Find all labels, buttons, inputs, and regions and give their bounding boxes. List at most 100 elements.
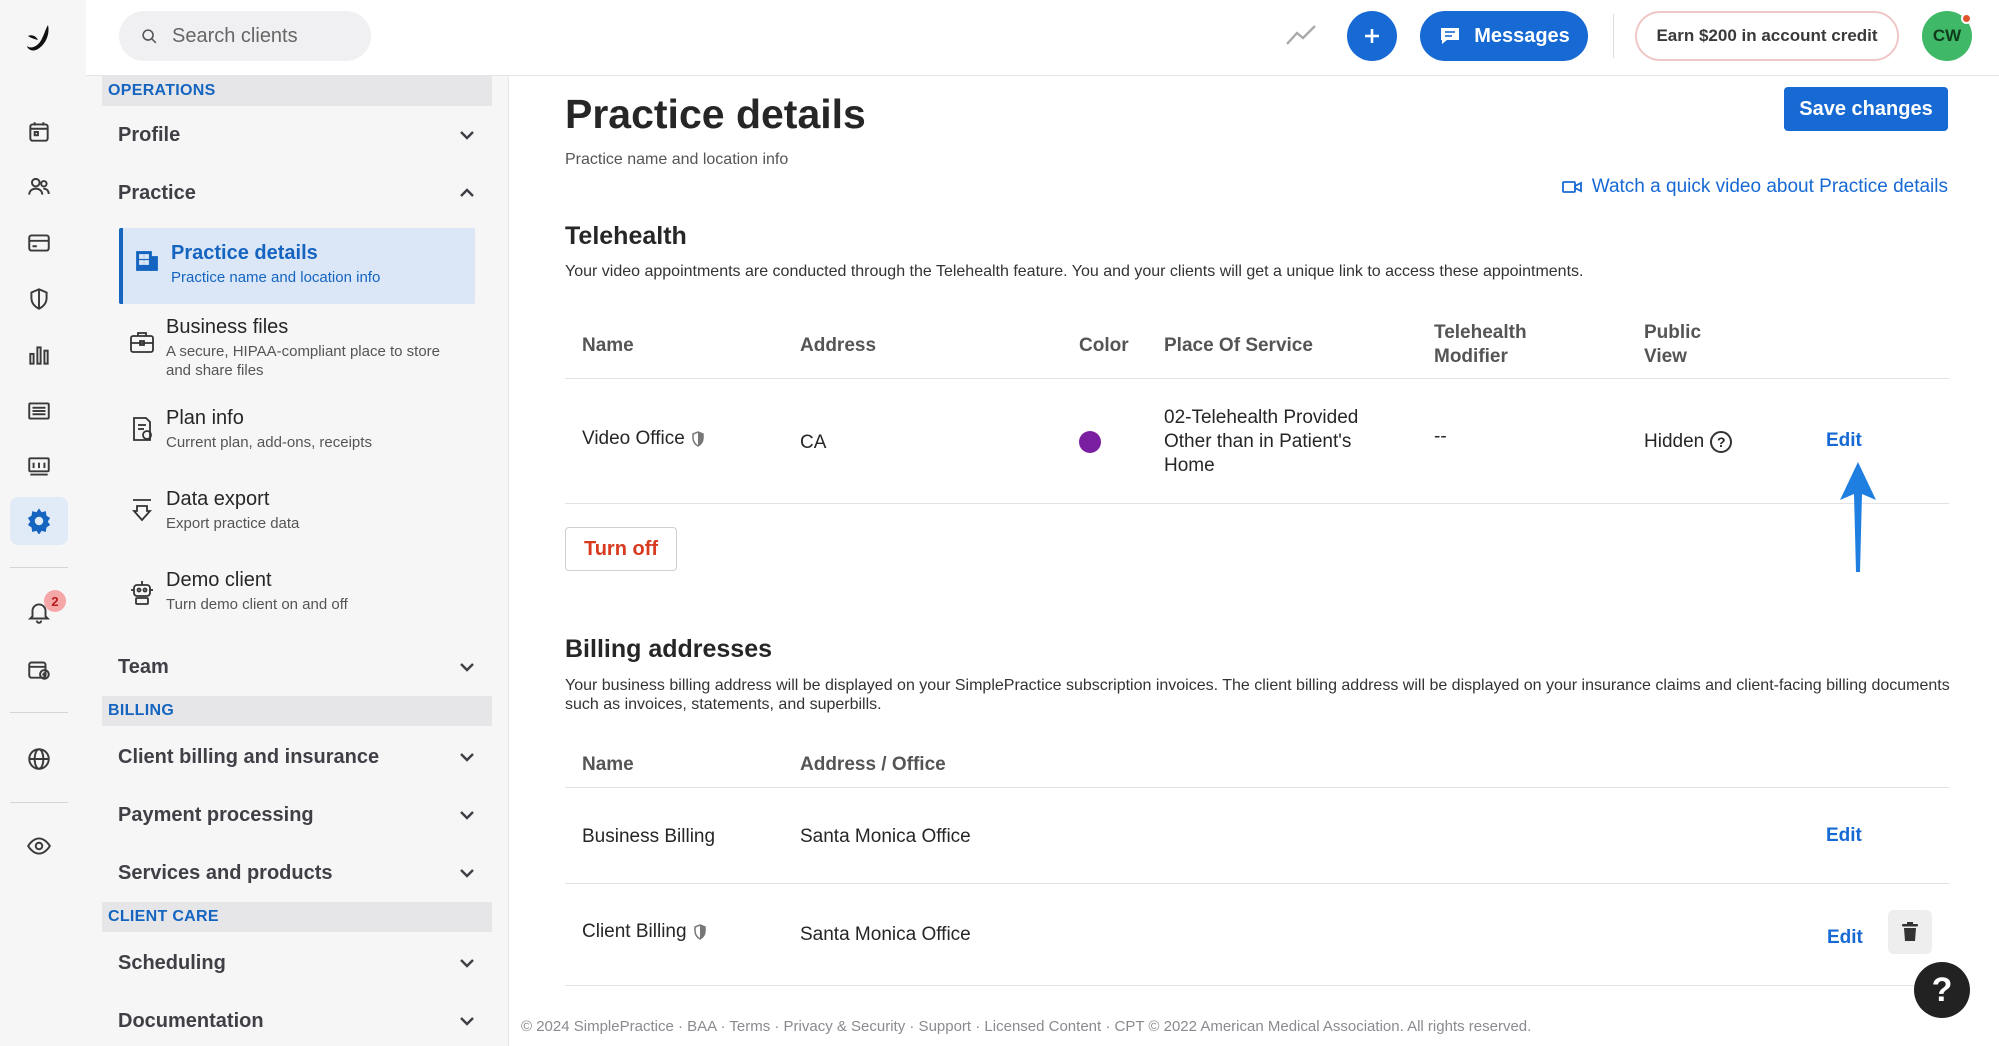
nav-services-products[interactable]: Services and products bbox=[102, 849, 492, 897]
chevron-down-icon bbox=[460, 869, 474, 878]
nav-client-billing[interactable]: Client billing and insurance bbox=[102, 733, 492, 781]
subnav-desc: Practice name and location info bbox=[171, 269, 381, 286]
telehealth-modifier: -- bbox=[1434, 426, 1447, 447]
subnav-business-files[interactable]: Business files A secure, HIPAA-compliant… bbox=[118, 312, 474, 396]
column-header: Name bbox=[582, 335, 634, 356]
column-header: Address / Office bbox=[800, 754, 946, 775]
column-header: Color bbox=[1079, 335, 1129, 356]
table-divider bbox=[565, 503, 1949, 504]
clients-icon[interactable] bbox=[10, 163, 68, 211]
chevron-down-icon bbox=[460, 663, 474, 672]
create-new-button[interactable] bbox=[1347, 11, 1397, 61]
subnav-title: Data export bbox=[166, 488, 270, 510]
business-billing-edit-link[interactable]: Edit bbox=[1826, 825, 1862, 847]
nav-team-label: Team bbox=[118, 655, 169, 678]
insurance-shield-icon[interactable] bbox=[10, 275, 68, 323]
telehealth-place-of-service: 02-Telehealth Provided Other than in Pat… bbox=[1164, 407, 1359, 476]
delete-billing-address-button[interactable] bbox=[1888, 910, 1932, 954]
shield-icon bbox=[693, 924, 706, 940]
nav-team[interactable]: Team bbox=[102, 643, 492, 691]
calendar-add-icon[interactable] bbox=[10, 645, 68, 693]
subnav-desc: Export practice data bbox=[166, 515, 300, 532]
billing-row-office: Santa Monica Office bbox=[800, 924, 971, 945]
telehealth-title: Telehealth bbox=[565, 222, 687, 250]
subnav-desc: Current plan, add-ons, receipts bbox=[166, 434, 372, 451]
column-header: Telehealth Modifier bbox=[1434, 322, 1527, 367]
billing-name-cell: Client Billing bbox=[582, 920, 707, 944]
nav-services-products-label: Services and products bbox=[118, 861, 333, 884]
marketing-icon[interactable] bbox=[10, 443, 68, 491]
chat-bubble-icon bbox=[1441, 28, 1460, 44]
office-color-swatch bbox=[1079, 431, 1101, 453]
settings-sidebar: OPERATIONS Profile Practice Practice det… bbox=[86, 76, 509, 1046]
chevron-down-icon bbox=[460, 1017, 474, 1026]
watch-video-link[interactable]: Watch a quick video about Practice detai… bbox=[1561, 176, 1948, 198]
column-header: Public View bbox=[1644, 322, 1702, 367]
telehealth-edit-link[interactable]: Edit bbox=[1826, 430, 1862, 452]
globe-icon[interactable] bbox=[10, 735, 68, 783]
plus-icon bbox=[1365, 29, 1379, 43]
search-box[interactable] bbox=[119, 11, 371, 61]
billing-row-name: Client Billing bbox=[582, 921, 687, 942]
subnav-demo-client[interactable]: Demo client Turn demo client on and off bbox=[118, 565, 474, 631]
rail-divider bbox=[10, 802, 68, 803]
question-circle-icon[interactable]: ? bbox=[1710, 430, 1733, 453]
trend-icon[interactable] bbox=[1284, 20, 1318, 50]
nav-practice[interactable]: Practice bbox=[102, 169, 492, 217]
messages-button[interactable]: Messages bbox=[1420, 11, 1588, 61]
page-subtitle: Practice name and location info bbox=[565, 151, 789, 168]
billing-row-office: Santa Monica Office bbox=[800, 826, 971, 847]
subnav-title: Plan info bbox=[166, 407, 244, 429]
chevron-down-icon bbox=[460, 753, 474, 762]
billing-addresses-title: Billing addresses bbox=[565, 635, 773, 663]
receipt-icon bbox=[118, 405, 166, 469]
analytics-icon[interactable] bbox=[10, 331, 68, 379]
group-label-client-care: CLIENT CARE bbox=[102, 902, 492, 932]
public-view-cell: Hidden? bbox=[1644, 430, 1733, 454]
save-changes-button[interactable]: Save changes bbox=[1784, 87, 1948, 131]
telehealth-name-cell: Video Office bbox=[582, 427, 705, 451]
billing-addresses-description: Your business billing address will be di… bbox=[565, 677, 1950, 713]
calendar-icon[interactable] bbox=[10, 108, 68, 156]
topbar-divider bbox=[1613, 14, 1614, 58]
nav-documentation-label: Documentation bbox=[118, 1009, 264, 1032]
activity-list-icon[interactable] bbox=[10, 387, 68, 435]
turn-off-telehealth-button[interactable]: Turn off bbox=[565, 527, 677, 571]
simplepractice-logo[interactable] bbox=[24, 22, 58, 56]
telehealth-address: CA bbox=[800, 432, 827, 453]
earn-credit-button[interactable]: Earn $200 in account credit bbox=[1635, 11, 1899, 61]
help-button[interactable]: ? bbox=[1914, 962, 1970, 1018]
notifications-bell-icon[interactable]: 2 bbox=[10, 588, 68, 636]
video-camera-icon bbox=[1561, 181, 1582, 193]
chevron-down-icon bbox=[460, 959, 474, 968]
rail-divider bbox=[10, 712, 68, 713]
billing-card-icon[interactable] bbox=[10, 219, 68, 267]
nav-payment-processing-label: Payment processing bbox=[118, 803, 314, 826]
subnav-plan-info[interactable]: Plan info Current plan, add-ons, receipt… bbox=[118, 403, 474, 469]
chevron-down-icon bbox=[460, 811, 474, 820]
icon-rail: 2 bbox=[0, 0, 86, 1046]
client-billing-edit-link[interactable]: Edit bbox=[1827, 927, 1863, 949]
messages-label: Messages bbox=[1474, 24, 1570, 47]
public-view-value: Hidden bbox=[1644, 431, 1705, 452]
main-content: Practice details Practice name and locat… bbox=[510, 76, 1999, 1046]
subnav-desc: A secure, HIPAA-compliant place to store… bbox=[166, 343, 441, 379]
search-icon bbox=[142, 28, 157, 43]
subnav-practice-details[interactable]: Practice details Practice name and locat… bbox=[119, 228, 475, 304]
subnav-title: Demo client bbox=[166, 569, 272, 591]
eye-icon[interactable] bbox=[10, 822, 68, 870]
settings-gear-icon[interactable] bbox=[10, 497, 68, 545]
nav-scheduling[interactable]: Scheduling bbox=[102, 939, 492, 987]
subnav-data-export[interactable]: Data export Export practice data bbox=[118, 484, 474, 550]
column-header: Place Of Service bbox=[1164, 335, 1313, 356]
page-title: Practice details bbox=[565, 91, 866, 137]
search-input[interactable] bbox=[172, 24, 362, 48]
telehealth-office-name: Video Office bbox=[582, 428, 685, 449]
watch-video-label: Watch a quick video about Practice detai… bbox=[1591, 176, 1948, 197]
nav-payment-processing[interactable]: Payment processing bbox=[102, 791, 492, 839]
nav-practice-label: Practice bbox=[118, 181, 196, 204]
nav-profile[interactable]: Profile bbox=[102, 111, 492, 159]
nav-documentation[interactable]: Documentation bbox=[102, 997, 492, 1045]
top-bar: Messages Earn $200 in account credit CW bbox=[86, 0, 1999, 76]
table-divider bbox=[565, 378, 1949, 379]
